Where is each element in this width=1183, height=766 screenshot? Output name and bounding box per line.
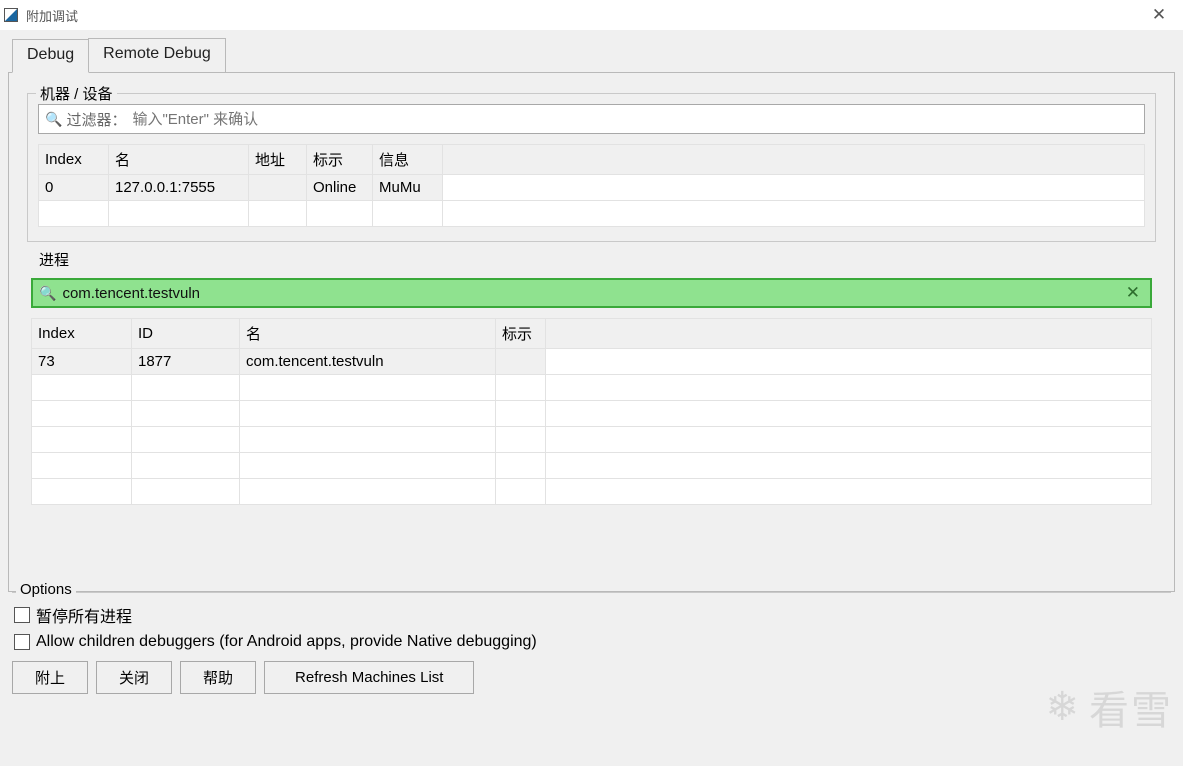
table-header-row: Index ID 名 标示 xyxy=(32,319,1152,349)
processes-filter-input[interactable] xyxy=(60,284,1121,303)
attach-button[interactable]: 附上 xyxy=(12,661,88,694)
group-options-legend: Options xyxy=(16,581,76,598)
titlebar: 附加调试 ✕ xyxy=(0,0,1183,30)
cell-flag: Online xyxy=(307,175,373,201)
search-icon: 🔍 xyxy=(39,285,56,302)
machines-table[interactable]: Index 名 地址 标示 信息 0 127.0.0.1:7555 Online… xyxy=(38,144,1145,227)
cell-name: com.tencent.testvuln xyxy=(240,349,496,375)
table-header-row: Index 名 地址 标示 信息 xyxy=(39,145,1145,175)
machines-filter-label: 过滤器： xyxy=(66,109,126,130)
col-flag[interactable]: 标示 xyxy=(496,319,546,349)
group-machines-legend: 机器 / 设备 xyxy=(36,83,117,104)
close-button[interactable]: 关闭 xyxy=(96,661,172,694)
cell-info: MuMu xyxy=(373,175,443,201)
help-button[interactable]: 帮助 xyxy=(180,661,256,694)
cell-name: 127.0.0.1:7555 xyxy=(109,175,249,201)
col-name[interactable]: 名 xyxy=(109,145,249,175)
app-icon xyxy=(4,8,18,22)
col-flag[interactable]: 标示 xyxy=(307,145,373,175)
search-icon: 🔍 xyxy=(45,111,62,128)
col-spacer xyxy=(546,319,1152,349)
tab-remote-debug[interactable]: Remote Debug xyxy=(88,38,226,72)
processes-filter[interactable]: 🔍 ✕ xyxy=(31,278,1152,308)
refresh-button[interactable]: Refresh Machines List xyxy=(264,661,474,694)
table-row xyxy=(32,479,1152,505)
table-row[interactable]: 0 127.0.0.1:7555 Online MuMu xyxy=(39,175,1145,201)
table-row xyxy=(32,427,1152,453)
col-index[interactable]: Index xyxy=(39,145,109,175)
col-spacer xyxy=(443,145,1145,175)
tab-panel-debug: 机器 / 设备 🔍 过滤器： Index 名 地址 标示 信息 0 xyxy=(8,72,1175,592)
tab-debug[interactable]: Debug xyxy=(12,39,89,73)
table-row[interactable]: 73 1877 com.tencent.testvuln xyxy=(32,349,1152,375)
checkbox-icon xyxy=(14,634,30,650)
tab-bar: Debug Remote Debug xyxy=(12,38,1175,72)
checkbox-label: 暂停所有进程 xyxy=(36,603,132,627)
col-name[interactable]: 名 xyxy=(240,319,496,349)
group-machines: 机器 / 设备 🔍 过滤器： Index 名 地址 标示 信息 0 xyxy=(27,93,1156,242)
window-title: 附加调试 xyxy=(26,6,1139,25)
col-info[interactable]: 信息 xyxy=(373,145,443,175)
cell-id: 1877 xyxy=(132,349,240,375)
group-processes: 进程 🔍 ✕ Index ID 名 标示 73 1877 xyxy=(27,260,1156,519)
cell-flag xyxy=(496,349,546,375)
checkbox-suspend-all[interactable]: 暂停所有进程 xyxy=(14,603,1171,627)
col-id[interactable]: ID xyxy=(132,319,240,349)
table-row xyxy=(32,375,1152,401)
clear-icon[interactable]: ✕ xyxy=(1122,283,1144,303)
cell-index: 73 xyxy=(32,349,132,375)
table-row xyxy=(32,401,1152,427)
checkbox-label: Allow children debuggers (for Android ap… xyxy=(36,633,537,651)
machines-filter[interactable]: 🔍 过滤器： xyxy=(38,104,1145,134)
cell-addr xyxy=(249,175,307,201)
machines-filter-input[interactable] xyxy=(130,110,1138,129)
button-row: 附上 关闭 帮助 Refresh Machines List xyxy=(8,653,1175,694)
group-options: Options 暂停所有进程 Allow children debuggers … xyxy=(12,592,1171,651)
cell-index: 0 xyxy=(39,175,109,201)
col-index[interactable]: Index xyxy=(32,319,132,349)
col-addr[interactable]: 地址 xyxy=(249,145,307,175)
table-row xyxy=(32,453,1152,479)
table-row xyxy=(39,201,1145,227)
close-icon[interactable]: ✕ xyxy=(1139,5,1179,25)
checkbox-icon xyxy=(14,607,30,623)
group-processes-legend: 进程 xyxy=(35,249,73,270)
checkbox-allow-children[interactable]: Allow children debuggers (for Android ap… xyxy=(14,633,1171,651)
processes-table[interactable]: Index ID 名 标示 73 1877 com.tencent.testvu… xyxy=(31,318,1152,505)
